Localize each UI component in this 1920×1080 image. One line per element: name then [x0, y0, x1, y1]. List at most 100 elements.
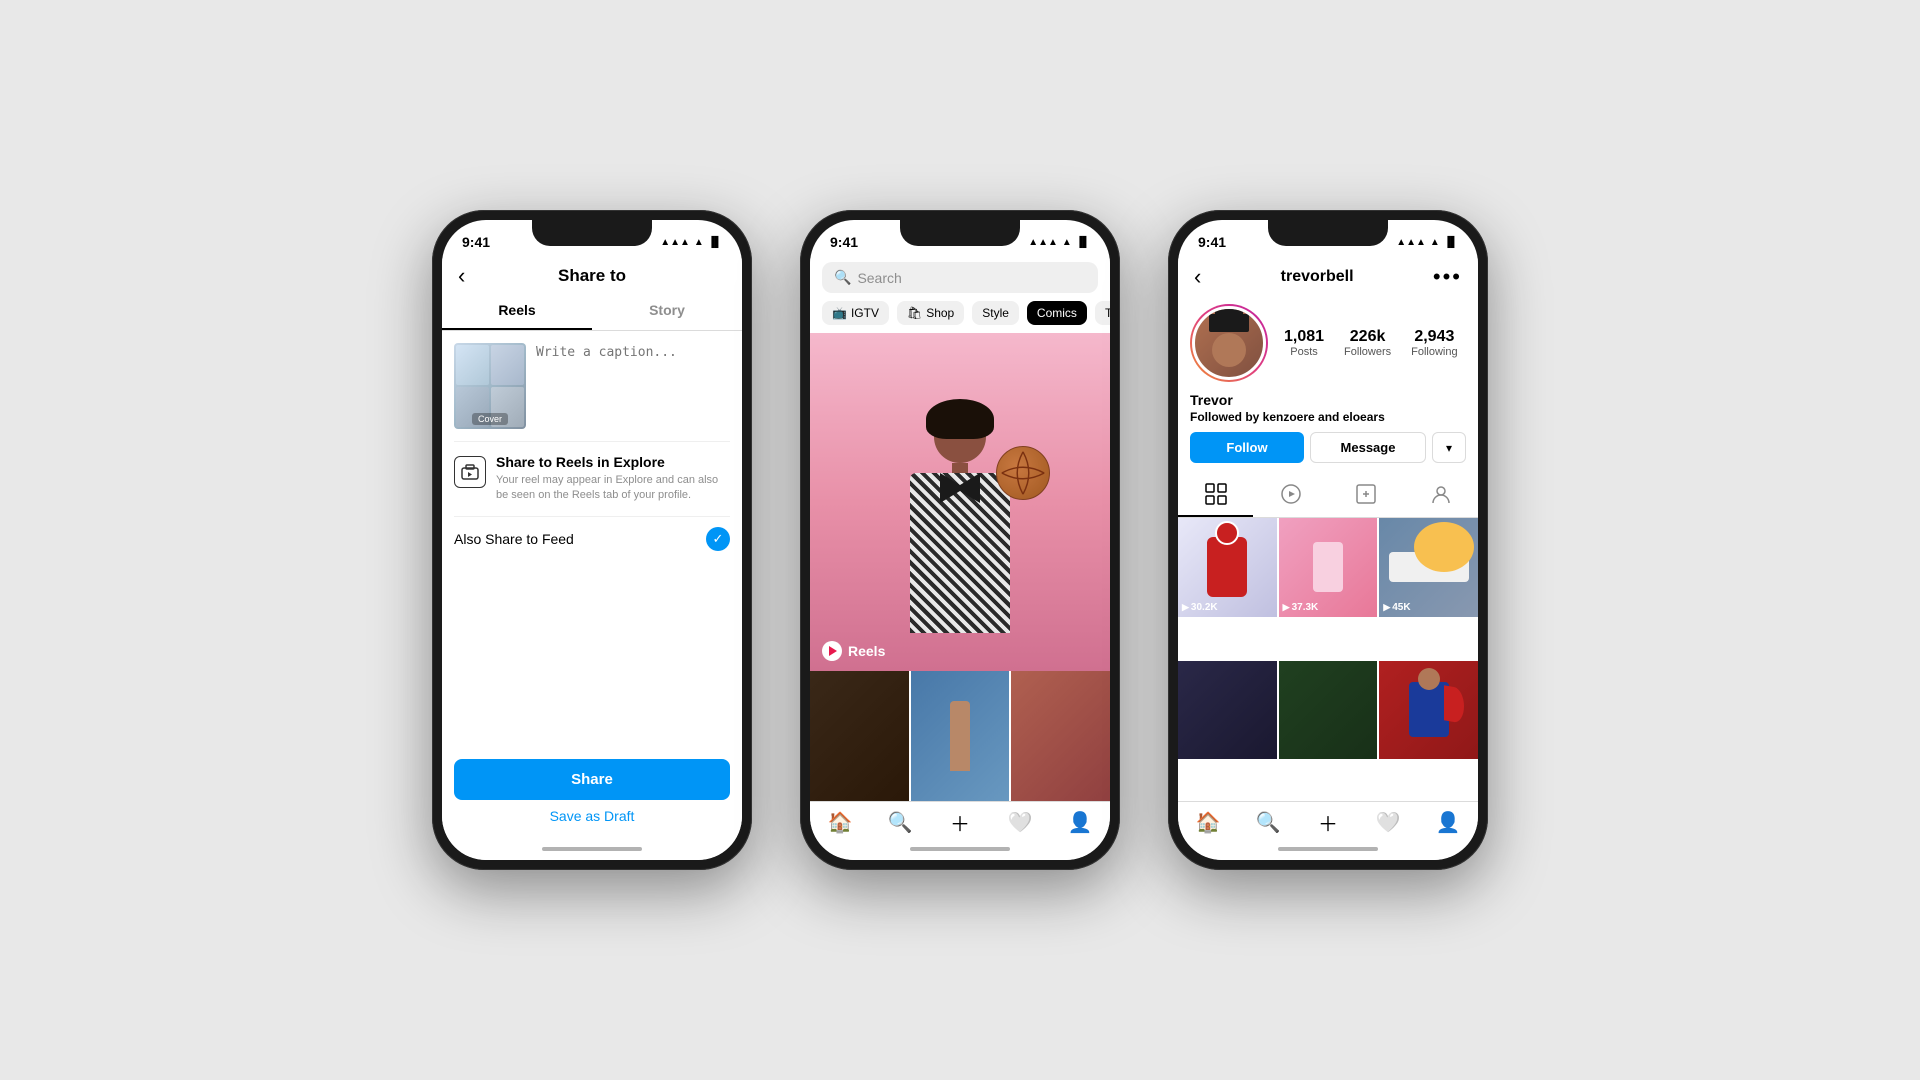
nav-heart-3[interactable]: 🤍 — [1376, 810, 1400, 834]
wifi-icon-3: ▲ — [1430, 237, 1440, 248]
followers-label: Followers — [1344, 346, 1391, 358]
post-2[interactable]: ▶ 37.3K — [1279, 518, 1378, 617]
nav-home-2[interactable]: 🏠 — [828, 810, 852, 834]
search-bar[interactable]: 🔍 Search — [822, 262, 1098, 293]
tab-reels-profile[interactable] — [1253, 473, 1328, 517]
nav-search-3[interactable]: 🔍 — [1256, 810, 1280, 834]
nav-home-3[interactable]: 🏠 — [1196, 810, 1220, 834]
nav-plus-2[interactable]: ＋ — [948, 810, 972, 834]
notch-3 — [1268, 220, 1388, 246]
caption-row: Cover — [442, 331, 742, 441]
thumb-1[interactable] — [810, 671, 909, 801]
bottom-bar-2 — [810, 838, 1110, 860]
nav-search-2[interactable]: 🔍 — [888, 810, 912, 834]
tab-tagged[interactable] — [1328, 473, 1403, 517]
avatar-face — [1212, 333, 1246, 367]
posts-grid: ▶ 30.2K ▶ 37.3K — [1178, 518, 1478, 801]
thumb-bg-1 — [810, 671, 909, 801]
follow-button[interactable]: Follow — [1190, 432, 1304, 463]
profile-more-btn[interactable]: ••• — [1433, 264, 1462, 290]
followers-count: 226k — [1344, 328, 1391, 346]
nav-profile-2[interactable]: 👤 — [1068, 810, 1092, 834]
category-comics[interactable]: Comics — [1027, 301, 1087, 325]
posts-label: Posts — [1284, 346, 1324, 358]
post-1-count: ▶ 30.2K — [1182, 602, 1218, 613]
count-text-1: 30.2K — [1191, 602, 1218, 613]
search-bar-row: 🔍 Search — [810, 258, 1110, 301]
also-share-checkbox[interactable]: ✓ — [706, 527, 730, 551]
post-6[interactable] — [1379, 661, 1478, 760]
neck — [952, 463, 968, 473]
followed-user-1[interactable]: kenzoere — [1263, 410, 1315, 424]
nav-profile-3[interactable]: 👤 — [1436, 810, 1460, 834]
superman-body — [1409, 682, 1449, 737]
category-shop[interactable]: 🛍 Shop — [897, 301, 964, 325]
post-bg-4 — [1178, 661, 1277, 760]
thumb-2[interactable] — [911, 671, 1010, 801]
post-3[interactable]: ▶ 45K — [1379, 518, 1478, 617]
tab-story[interactable]: Story — [592, 292, 742, 330]
tab-mentions[interactable] — [1403, 473, 1478, 517]
phones-container: 9:41 ▲▲▲ ▲ ▐▌ ‹ Share to Reels Story — [432, 210, 1488, 870]
category-igtv[interactable]: 📺 IGTV — [822, 301, 889, 325]
stats-row: 1,081 Posts 226k Followers 2,943 Followi… — [1284, 328, 1458, 358]
tab-reels[interactable]: Reels — [442, 292, 592, 330]
avatar-ring — [1190, 304, 1268, 382]
igtv-icon: 📺 — [832, 306, 847, 320]
profile-back-btn[interactable]: ‹ — [1194, 264, 1201, 290]
status-time-3: 9:41 — [1198, 234, 1226, 250]
nav-heart-2[interactable]: 🤍 — [1008, 810, 1032, 834]
followed-user-2[interactable]: eloears — [1343, 410, 1385, 424]
share-btn-area: Share Save as Draft — [442, 747, 742, 838]
stat-followers: 226k Followers — [1344, 328, 1391, 358]
nav-plus-3[interactable]: ＋ — [1316, 810, 1340, 834]
phone-1: 9:41 ▲▲▲ ▲ ▐▌ ‹ Share to Reels Story — [432, 210, 752, 870]
play-icon-1: ▶ — [1182, 602, 1189, 613]
comics-label: Comics — [1037, 306, 1077, 320]
reels-explore-icon — [454, 456, 486, 488]
explore-screen: 🔍 Search 📺 IGTV 🛍 Shop Style — [810, 258, 1110, 860]
spacer — [442, 561, 742, 747]
signal-icon-3: ▲▲▲ — [1396, 237, 1426, 248]
category-tv[interactable]: TV & Movie — [1095, 301, 1110, 325]
save-draft-button[interactable]: Save as Draft — [454, 800, 730, 832]
jacket — [910, 473, 1010, 633]
phone-3: 9:41 ▲▲▲ ▲ ▐▌ ‹ trevorbell ••• — [1168, 210, 1488, 870]
home-indicator-2 — [910, 847, 1010, 851]
video-thumbnail: Cover — [454, 343, 526, 429]
explore-title: Share to Reels in Explore — [496, 454, 730, 470]
profile-header: ‹ trevorbell ••• — [1178, 258, 1478, 296]
categories-scroll: 📺 IGTV 🛍 Shop Style Comics TV & Movie — [810, 301, 1110, 333]
stat-following: 2,943 Following — [1411, 328, 1457, 358]
message-button[interactable]: Message — [1310, 432, 1426, 463]
dropdown-button[interactable]: ▾ — [1432, 432, 1466, 463]
main-reel-area: Reels — [810, 333, 1110, 671]
thumb-3[interactable] — [1011, 671, 1110, 801]
category-style[interactable]: Style — [972, 301, 1019, 325]
post-bg-5 — [1279, 661, 1378, 760]
back-button[interactable]: ‹ — [458, 263, 465, 289]
tagged-icon — [1355, 483, 1377, 505]
cover-label: Cover — [472, 413, 508, 425]
also-share-row[interactable]: Also Share to Feed ✓ — [442, 517, 742, 561]
caption-input[interactable] — [536, 343, 730, 429]
status-icons-1: ▲▲▲ ▲ ▐▌ — [660, 237, 722, 248]
explore-subtitle: Your reel may appear in Explore and can … — [496, 473, 730, 504]
explore-text: Share to Reels in Explore Your reel may … — [496, 454, 730, 504]
cape — [1444, 686, 1464, 725]
igtv-label: IGTV — [851, 306, 879, 320]
share-explore-row: Share to Reels in Explore Your reel may … — [442, 442, 742, 516]
thumb-bg-3 — [1011, 671, 1110, 801]
basketball — [996, 446, 1050, 500]
tab-grid[interactable] — [1178, 473, 1253, 517]
person-head — [934, 411, 986, 463]
post-4[interactable] — [1178, 661, 1277, 760]
reels-tab-icon — [1280, 483, 1302, 505]
post-5[interactable] — [1279, 661, 1378, 760]
share-button[interactable]: Share — [454, 759, 730, 800]
thumb-face-1 — [456, 345, 489, 385]
search-icon: 🔍 — [834, 269, 851, 286]
play-icon-3: ▶ — [1383, 602, 1390, 613]
post-1[interactable]: ▶ 30.2K — [1178, 518, 1277, 617]
post-3-count: ▶ 45K — [1383, 602, 1410, 613]
